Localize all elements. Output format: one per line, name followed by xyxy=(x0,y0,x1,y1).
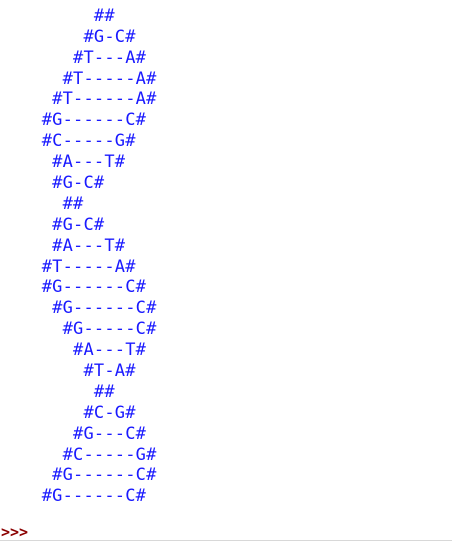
output-line: #G-C# xyxy=(0,26,136,47)
output-line: #C-----G# xyxy=(0,444,157,465)
shell-prompt: >>> xyxy=(1,522,29,541)
output-line: #G------C# xyxy=(0,465,157,486)
output-line: #A---T# xyxy=(0,152,126,173)
output-line: #G------C# xyxy=(0,110,147,131)
output-line: #A---T# xyxy=(0,340,147,361)
prompt-row[interactable]: >>> xyxy=(0,521,452,542)
output-line: #T------A# xyxy=(0,89,157,110)
program-output: #G-C# ## #G-C# #T---A# #T-----A# #T-----… xyxy=(0,0,157,507)
output-line: #G-----C# xyxy=(0,319,157,340)
output-line: #T-----A# xyxy=(0,256,136,277)
output-line: #T-----A# xyxy=(0,68,157,89)
output-line: #T-A# xyxy=(0,361,136,382)
output-line: #G---C# xyxy=(0,423,147,444)
output-line: ## xyxy=(0,381,115,402)
output-line: #C-----G# xyxy=(0,131,136,152)
output-line: #G------C# xyxy=(0,486,147,507)
output-line: #C-G# xyxy=(0,402,136,423)
output-line: #G-C# xyxy=(0,214,105,235)
command-input[interactable] xyxy=(28,522,452,542)
output-line: ## xyxy=(0,193,84,214)
output-line: #G------C# xyxy=(0,277,147,298)
output-line: #A---T# xyxy=(0,235,126,256)
python-shell-console: #G-C# ## #G-C# #T---A# #T-----A# #T-----… xyxy=(0,0,452,542)
bottom-divider xyxy=(0,540,452,541)
output-line: ## xyxy=(0,5,115,26)
output-line: #G------C# xyxy=(0,298,157,319)
output-line: #T---A# xyxy=(0,47,147,68)
output-line: #G-C# xyxy=(0,173,105,194)
